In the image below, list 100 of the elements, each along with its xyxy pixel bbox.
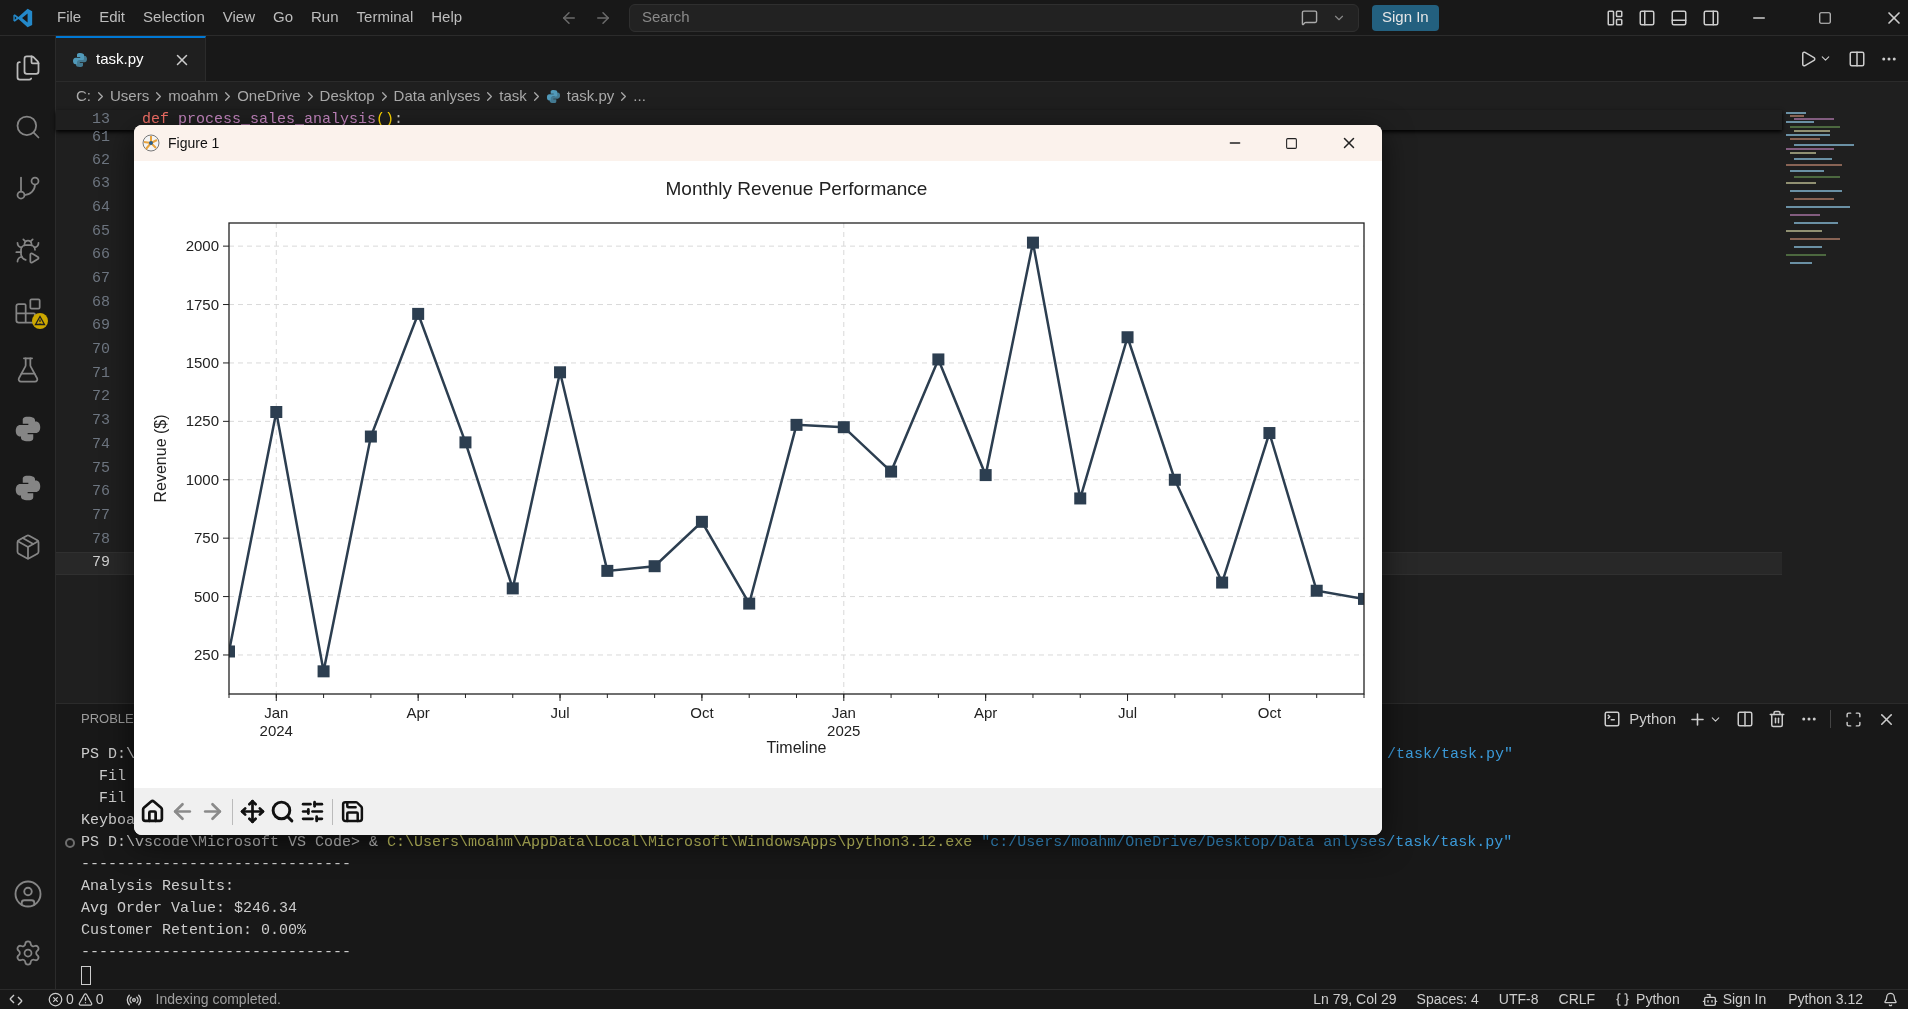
extensions-icon[interactable] bbox=[13, 297, 42, 325]
menu-item[interactable]: Help bbox=[422, 6, 472, 29]
secondary-sidebar-icon[interactable] bbox=[1702, 8, 1720, 27]
notification-icon[interactable] bbox=[1883, 992, 1898, 1007]
data-point bbox=[601, 564, 614, 577]
maximize-icon[interactable] bbox=[1845, 710, 1862, 728]
command-decoration-icon[interactable] bbox=[65, 838, 75, 848]
menu-item[interactable]: Terminal bbox=[347, 6, 423, 29]
terminal-line: /task/task.py" bbox=[1386, 744, 1513, 765]
terminal-line: Analysis Results: bbox=[81, 876, 235, 897]
data-point bbox=[364, 430, 377, 443]
line-number: 13 bbox=[91, 109, 110, 130]
pan-icon[interactable] bbox=[240, 799, 265, 824]
maximize-icon[interactable] bbox=[1285, 136, 1298, 150]
sign-in-button[interactable]: Sign In bbox=[1372, 4, 1439, 31]
chat-icon[interactable] bbox=[1301, 9, 1318, 26]
menu-item[interactable]: View bbox=[213, 6, 264, 29]
run-icon[interactable] bbox=[1799, 49, 1817, 68]
warning-count[interactable]: 0 bbox=[77, 989, 104, 1009]
search-field[interactable]: Search bbox=[642, 6, 1301, 29]
line-number: 65 bbox=[91, 221, 110, 242]
save-icon[interactable] bbox=[340, 799, 365, 824]
terminal-profile[interactable]: Python bbox=[1629, 707, 1676, 731]
menu-item[interactable]: File bbox=[48, 6, 91, 29]
axis-label: Timeline bbox=[766, 739, 827, 756]
data-point bbox=[1026, 236, 1039, 249]
tick-label: 1750 bbox=[185, 295, 219, 313]
zoom-icon[interactable] bbox=[270, 799, 295, 824]
data-point bbox=[1074, 492, 1087, 505]
status-item[interactable]: Ln 79, Col 29 bbox=[1313, 989, 1397, 1009]
data-point bbox=[695, 515, 708, 528]
account-icon[interactable] bbox=[12, 879, 43, 909]
data-point bbox=[1310, 584, 1323, 597]
restore-icon[interactable] bbox=[1818, 10, 1832, 25]
line-number: 76 bbox=[91, 482, 110, 503]
status-item[interactable]: Python 3.12 bbox=[1788, 989, 1863, 1009]
terminal-cursor bbox=[81, 965, 91, 985]
line-number: 73 bbox=[91, 411, 110, 432]
breadcrumb-item[interactable]: ... bbox=[633, 84, 646, 108]
python-file-icon bbox=[72, 51, 88, 68]
editor-tab[interactable]: task.py bbox=[56, 36, 206, 81]
menu-item[interactable]: Run bbox=[302, 6, 348, 29]
sidebar-toggle-icon[interactable] bbox=[1638, 8, 1656, 27]
data-point bbox=[412, 307, 425, 320]
copilot-sign-in[interactable]: Sign In bbox=[1701, 989, 1767, 1009]
line-number: 61 bbox=[91, 130, 110, 148]
breadcrumb-label: task.py bbox=[566, 85, 615, 106]
line-number: 67 bbox=[91, 269, 110, 290]
menu-item[interactable]: Selection bbox=[134, 6, 214, 29]
layout-icon[interactable] bbox=[1606, 8, 1624, 27]
split-editor-icon[interactable] bbox=[1848, 49, 1866, 68]
breadcrumb-item[interactable]: Users bbox=[110, 84, 150, 108]
breadcrumb-item[interactable]: C: bbox=[76, 84, 91, 108]
status-item[interactable]: Spaces: 4 bbox=[1416, 989, 1479, 1009]
python-icon[interactable] bbox=[13, 415, 42, 443]
tick-label: Jan 2025 bbox=[827, 704, 861, 739]
tick-label: Oct bbox=[690, 704, 714, 721]
breadcrumb-item[interactable]: moahm bbox=[168, 84, 219, 108]
terminal-line: Fil bbox=[98, 788, 126, 809]
line-number: 72 bbox=[91, 387, 110, 408]
data-point bbox=[317, 665, 330, 678]
language-mode[interactable]: Python bbox=[1615, 989, 1680, 1009]
tick-label: 1500 bbox=[185, 353, 219, 371]
menu-item[interactable]: Go bbox=[264, 6, 302, 29]
run-debug-icon[interactable] bbox=[13, 237, 42, 265]
terminal-line: PS D:\vscode\Microsoft VS Code> & C:\Users\moahm\AppData\Local\Microsoft\WindowsApps\python3.12.exe "c:/Users/moahm/OneDrive/Desktop/Data anlyses/task/task.py" bbox=[81, 832, 1513, 853]
search-bar[interactable]: Search bbox=[629, 3, 1359, 32]
breadcrumb-item[interactable]: Desktop bbox=[319, 84, 375, 108]
python-icon[interactable] bbox=[13, 474, 42, 502]
panel-tab[interactable]: PROBLE bbox=[81, 709, 134, 729]
copilot-icon bbox=[1701, 991, 1718, 1008]
line-number: 75 bbox=[91, 458, 110, 479]
tick-label: Oct bbox=[1257, 704, 1282, 721]
split-terminal-icon[interactable] bbox=[1736, 710, 1754, 728]
line-number: 74 bbox=[91, 434, 110, 455]
sliders-icon[interactable] bbox=[300, 799, 325, 824]
line-number: 64 bbox=[91, 197, 110, 218]
python-file-icon bbox=[545, 88, 561, 104]
status-item[interactable]: UTF-8 bbox=[1498, 989, 1539, 1009]
axis-label: Revenue ($) bbox=[152, 414, 169, 503]
tick-label: Jul bbox=[1117, 704, 1138, 721]
status-item[interactable]: CRLF bbox=[1558, 989, 1596, 1009]
home-icon[interactable] bbox=[140, 799, 165, 824]
warning-badge-icon bbox=[31, 313, 48, 329]
tick-label: 250 bbox=[193, 646, 219, 663]
data-point bbox=[229, 645, 235, 658]
tick-label: 1000 bbox=[185, 470, 219, 488]
data-point bbox=[506, 582, 519, 595]
breadcrumb-item[interactable]: task bbox=[499, 84, 527, 108]
line-number: 79 bbox=[91, 553, 110, 574]
menu-item[interactable]: Edit bbox=[90, 6, 135, 29]
breadcrumb-item[interactable]: OneDrive bbox=[237, 84, 301, 108]
chart-title: Monthly Revenue Performance bbox=[665, 178, 928, 199]
tick-label: Jul bbox=[550, 704, 570, 721]
breadcrumb-item[interactable]: task.py bbox=[545, 84, 615, 108]
breadcrumb-item[interactable]: Data anlyses bbox=[393, 84, 481, 108]
error-count[interactable]: 0 bbox=[48, 989, 74, 1009]
panel-toggle-icon[interactable] bbox=[1670, 8, 1688, 27]
status-message: Indexing completed. bbox=[155, 990, 281, 1009]
trash-icon[interactable] bbox=[1768, 710, 1786, 728]
